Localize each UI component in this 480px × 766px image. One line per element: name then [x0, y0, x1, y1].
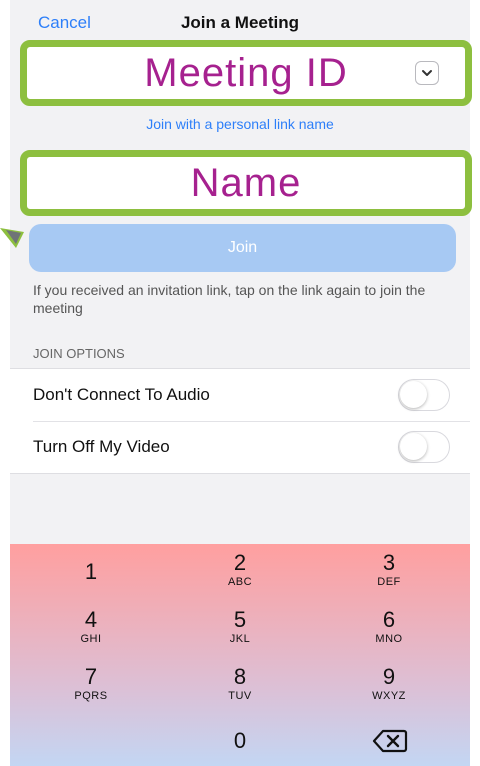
key-0[interactable]: 0 [165, 728, 315, 766]
invitation-hint: If you received an invitation link, tap … [33, 282, 426, 316]
key-9[interactable]: 9 WXYZ [314, 664, 464, 720]
option-label: Don't Connect To Audio [33, 385, 210, 404]
audio-toggle[interactable] [398, 379, 450, 411]
join-options-list: Don't Connect To Audio Turn Off My Video [10, 368, 470, 474]
chevron-down-icon [422, 70, 432, 76]
key-5[interactable]: 5 JKL [165, 607, 315, 663]
meeting-id-placeholder: Meeting ID [144, 50, 348, 95]
join-meeting-screen: Cancel Join a Meeting Meeting ID Join wi… [0, 0, 472, 766]
key-3[interactable]: 3 DEF [314, 550, 464, 606]
key-4[interactable]: 4 GHI [16, 607, 166, 663]
page-title: Join a Meeting [180, 13, 300, 32]
video-toggle[interactable] [398, 431, 450, 463]
join-button[interactable]: Join [29, 224, 456, 272]
toggle-knob [400, 381, 427, 408]
join-options-header: JOIN OPTIONS [33, 346, 125, 361]
meeting-id-field[interactable]: Meeting ID [20, 40, 472, 106]
toggle-knob [400, 433, 427, 460]
name-field[interactable]: Name [20, 150, 472, 216]
option-label: Turn Off My Video [33, 437, 170, 456]
key-8[interactable]: 8 TUV [165, 664, 315, 720]
key-6[interactable]: 6 MNO [314, 607, 464, 663]
name-placeholder: Name [190, 160, 302, 205]
nav-bar: Cancel Join a Meeting [10, 0, 470, 40]
meeting-history-dropdown[interactable] [415, 61, 439, 85]
option-row-video: Turn Off My Video [10, 421, 470, 473]
backspace-icon[interactable] [372, 728, 408, 754]
personal-link-button[interactable]: Join with a personal link name [10, 116, 470, 132]
key-7[interactable]: 7 PQRS [16, 664, 166, 720]
numeric-keypad: 1 2 ABC 3 DEF 4 GHI 5 JKL 6 MNO 7 PQRS 8 TUV 9W… [10, 544, 470, 766]
key-2[interactable]: 2 ABC [165, 550, 315, 606]
option-row-audio: Don't Connect To Audio [10, 369, 470, 421]
